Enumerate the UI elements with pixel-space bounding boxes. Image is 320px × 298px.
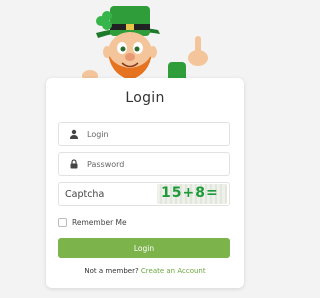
remember-me[interactable]: Remember Me [58, 216, 127, 228]
signup-prompt-text: Not a member? [84, 267, 139, 275]
captcha-field[interactable]: 15+8= [58, 182, 230, 206]
login-card: Login 15+8= Remember Me Login Not a memb… [46, 78, 244, 288]
remember-checkbox[interactable] [58, 217, 67, 227]
captcha-input[interactable] [65, 183, 155, 205]
signup-prompt: Not a member? Create an Account [46, 267, 244, 275]
lock-icon [70, 159, 78, 169]
password-field[interactable] [58, 152, 230, 176]
page-title: Login [125, 90, 165, 106]
password-input[interactable] [87, 153, 227, 175]
create-account-link[interactable]: Create an Account [141, 267, 206, 275]
username-field[interactable] [58, 122, 230, 146]
captcha-image: 15+8= [157, 184, 227, 204]
captcha-text: 15+8= [161, 185, 219, 201]
user-icon [70, 129, 78, 139]
leprechaun-mascot [82, 6, 208, 82]
login-button[interactable]: Login [58, 238, 230, 258]
remember-label: Remember Me [72, 217, 127, 227]
username-input[interactable] [87, 123, 227, 145]
